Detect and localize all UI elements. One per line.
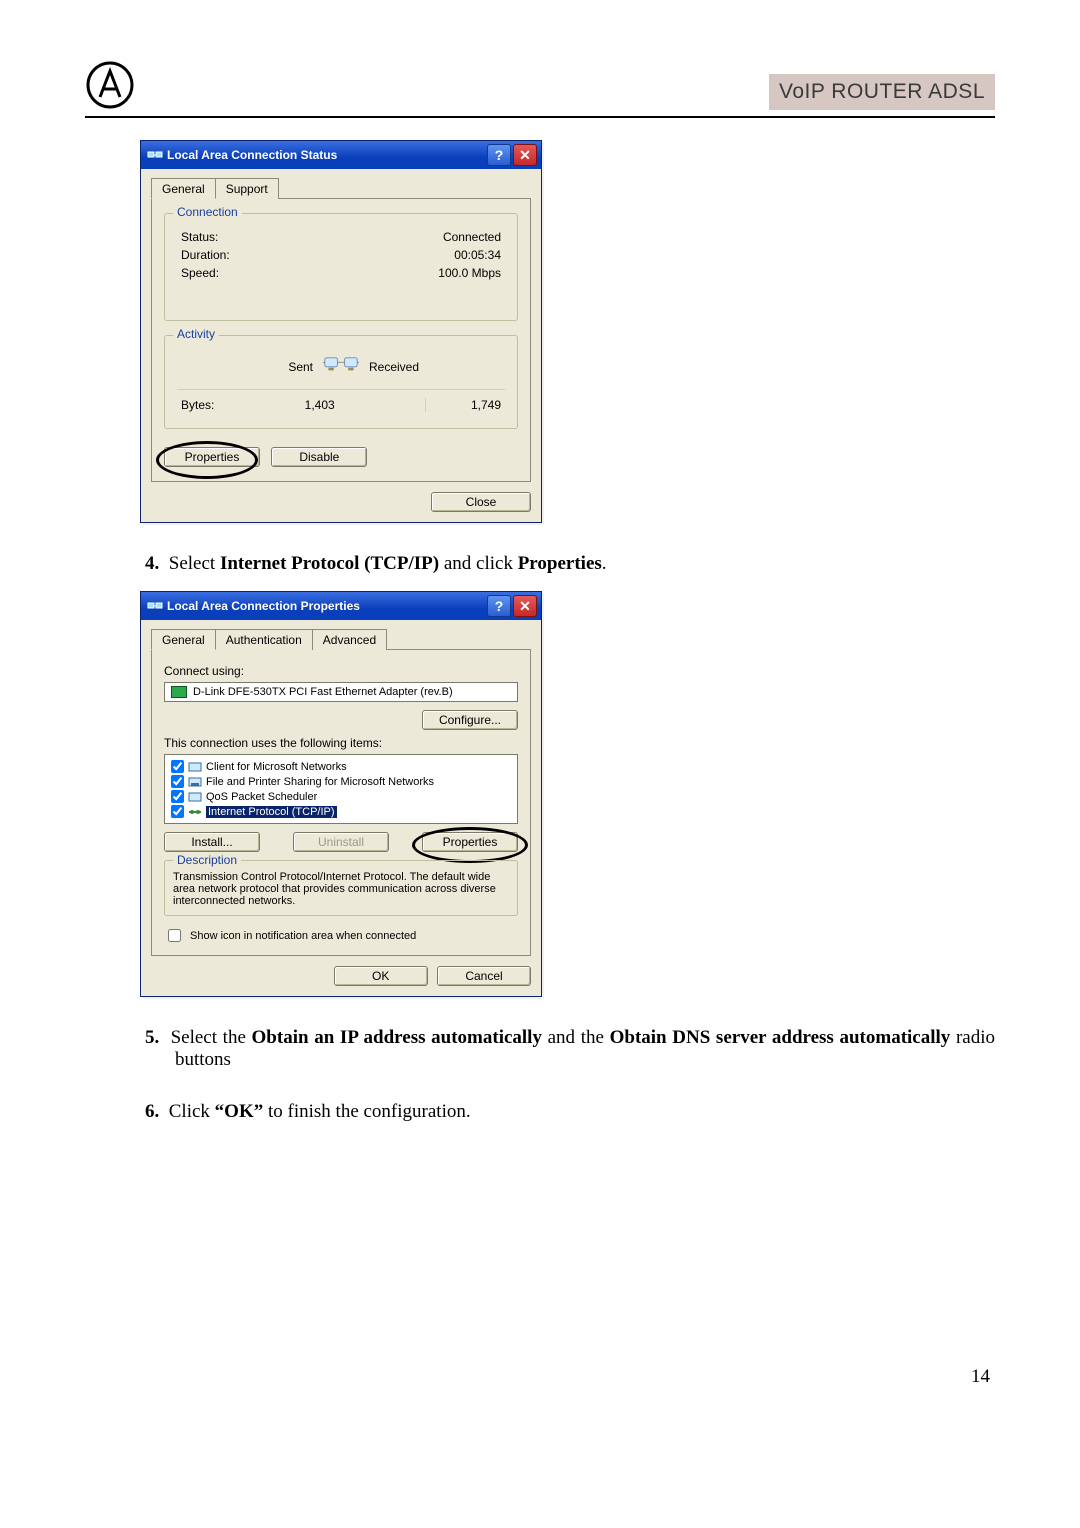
tab-authentication[interactable]: Authentication xyxy=(215,629,313,650)
list-item: QoS Packet Scheduler xyxy=(169,789,513,804)
properties-dialog: Local Area Connection Properties ? ✕ Gen… xyxy=(140,591,542,997)
close-icon[interactable]: ✕ xyxy=(513,144,537,166)
show-icon-row[interactable]: Show icon in notification area when conn… xyxy=(164,926,518,945)
tab-advanced[interactable]: Advanced xyxy=(312,629,387,650)
fileshare-icon xyxy=(188,776,202,788)
adapter-field: D-Link DFE-530TX PCI Fast Ethernet Adapt… xyxy=(164,682,518,702)
description-legend: Description xyxy=(173,853,241,867)
disable-button[interactable]: Disable xyxy=(271,447,367,467)
sent-label: Sent xyxy=(175,360,319,374)
adapter-name: D-Link DFE-530TX PCI Fast Ethernet Adapt… xyxy=(193,686,453,698)
item-checkbox[interactable] xyxy=(171,805,184,818)
status-value: Connected xyxy=(443,230,501,244)
description-box: Description Transmission Control Protoco… xyxy=(164,860,518,916)
list-item-tcpip: Internet Protocol (TCP/IP) xyxy=(169,804,513,819)
close-icon[interactable]: ✕ xyxy=(513,595,537,617)
ok-button[interactable]: OK xyxy=(334,966,428,986)
install-button[interactable]: Install... xyxy=(164,832,260,852)
received-label: Received xyxy=(363,360,507,374)
properties-titlebar[interactable]: Local Area Connection Properties ? ✕ xyxy=(141,592,541,620)
properties-dialog-title: Local Area Connection Properties xyxy=(167,599,485,613)
items-list[interactable]: Client for Microsoft Networks File and P… xyxy=(164,754,518,824)
description-text: Transmission Control Protocol/Internet P… xyxy=(173,871,496,907)
show-icon-checkbox[interactable] xyxy=(168,929,181,942)
connection-icon xyxy=(147,598,163,614)
step-5: 5. Select the Obtain an IP address autom… xyxy=(145,1027,995,1071)
connection-icon xyxy=(147,147,163,163)
speed-value: 100.0 Mbps xyxy=(438,266,501,280)
page-number: 14 xyxy=(971,1366,990,1388)
tab-support[interactable]: Support xyxy=(215,178,279,199)
sent-bytes: 1,403 xyxy=(214,398,425,412)
close-button[interactable]: Close xyxy=(431,492,531,512)
connection-legend: Connection xyxy=(173,205,242,219)
step-6: 6. Click “OK” to finish the configuratio… xyxy=(145,1101,995,1123)
tab-general-2[interactable]: General xyxy=(151,629,216,650)
brand-logo xyxy=(85,60,135,110)
item-checkbox[interactable] xyxy=(171,790,184,803)
uninstall-button: Uninstall xyxy=(293,832,389,852)
qos-icon xyxy=(188,791,202,803)
status-titlebar[interactable]: Local Area Connection Status ? ✕ xyxy=(141,141,541,169)
configure-button[interactable]: Configure... xyxy=(422,710,518,730)
list-item: Client for Microsoft Networks xyxy=(169,759,513,774)
status-dialog-title: Local Area Connection Status xyxy=(167,148,485,162)
connect-using-label: Connect using: xyxy=(164,664,518,678)
speed-label: Speed: xyxy=(181,266,219,280)
received-bytes: 1,749 xyxy=(425,398,501,412)
header-divider xyxy=(85,116,995,118)
item-checkbox[interactable] xyxy=(171,760,184,773)
adapter-icon xyxy=(171,686,187,698)
show-icon-label: Show icon in notification area when conn… xyxy=(190,930,416,942)
duration-value: 00:05:34 xyxy=(454,248,501,262)
properties-button[interactable]: Properties xyxy=(164,447,260,467)
status-label: Status: xyxy=(181,230,218,244)
help-button[interactable]: ? xyxy=(487,595,511,617)
items-label: This connection uses the following items… xyxy=(164,736,518,750)
activity-legend: Activity xyxy=(173,327,219,341)
cancel-button[interactable]: Cancel xyxy=(437,966,531,986)
header-product-name: VoIP ROUTER ADSL xyxy=(769,74,995,110)
step-4: 4. Select Internet Protocol (TCP/IP) and… xyxy=(145,553,995,575)
client-icon xyxy=(188,761,202,773)
item-checkbox[interactable] xyxy=(171,775,184,788)
bytes-label: Bytes: xyxy=(181,398,214,412)
list-item: File and Printer Sharing for Microsoft N… xyxy=(169,774,513,789)
item-properties-button[interactable]: Properties xyxy=(422,832,518,852)
tab-general[interactable]: General xyxy=(151,178,216,199)
tcpip-icon xyxy=(188,806,202,818)
help-button[interactable]: ? xyxy=(487,144,511,166)
status-dialog: Local Area Connection Status ? ✕ General… xyxy=(140,140,542,523)
activity-icon xyxy=(323,352,359,381)
duration-label: Duration: xyxy=(181,248,230,262)
